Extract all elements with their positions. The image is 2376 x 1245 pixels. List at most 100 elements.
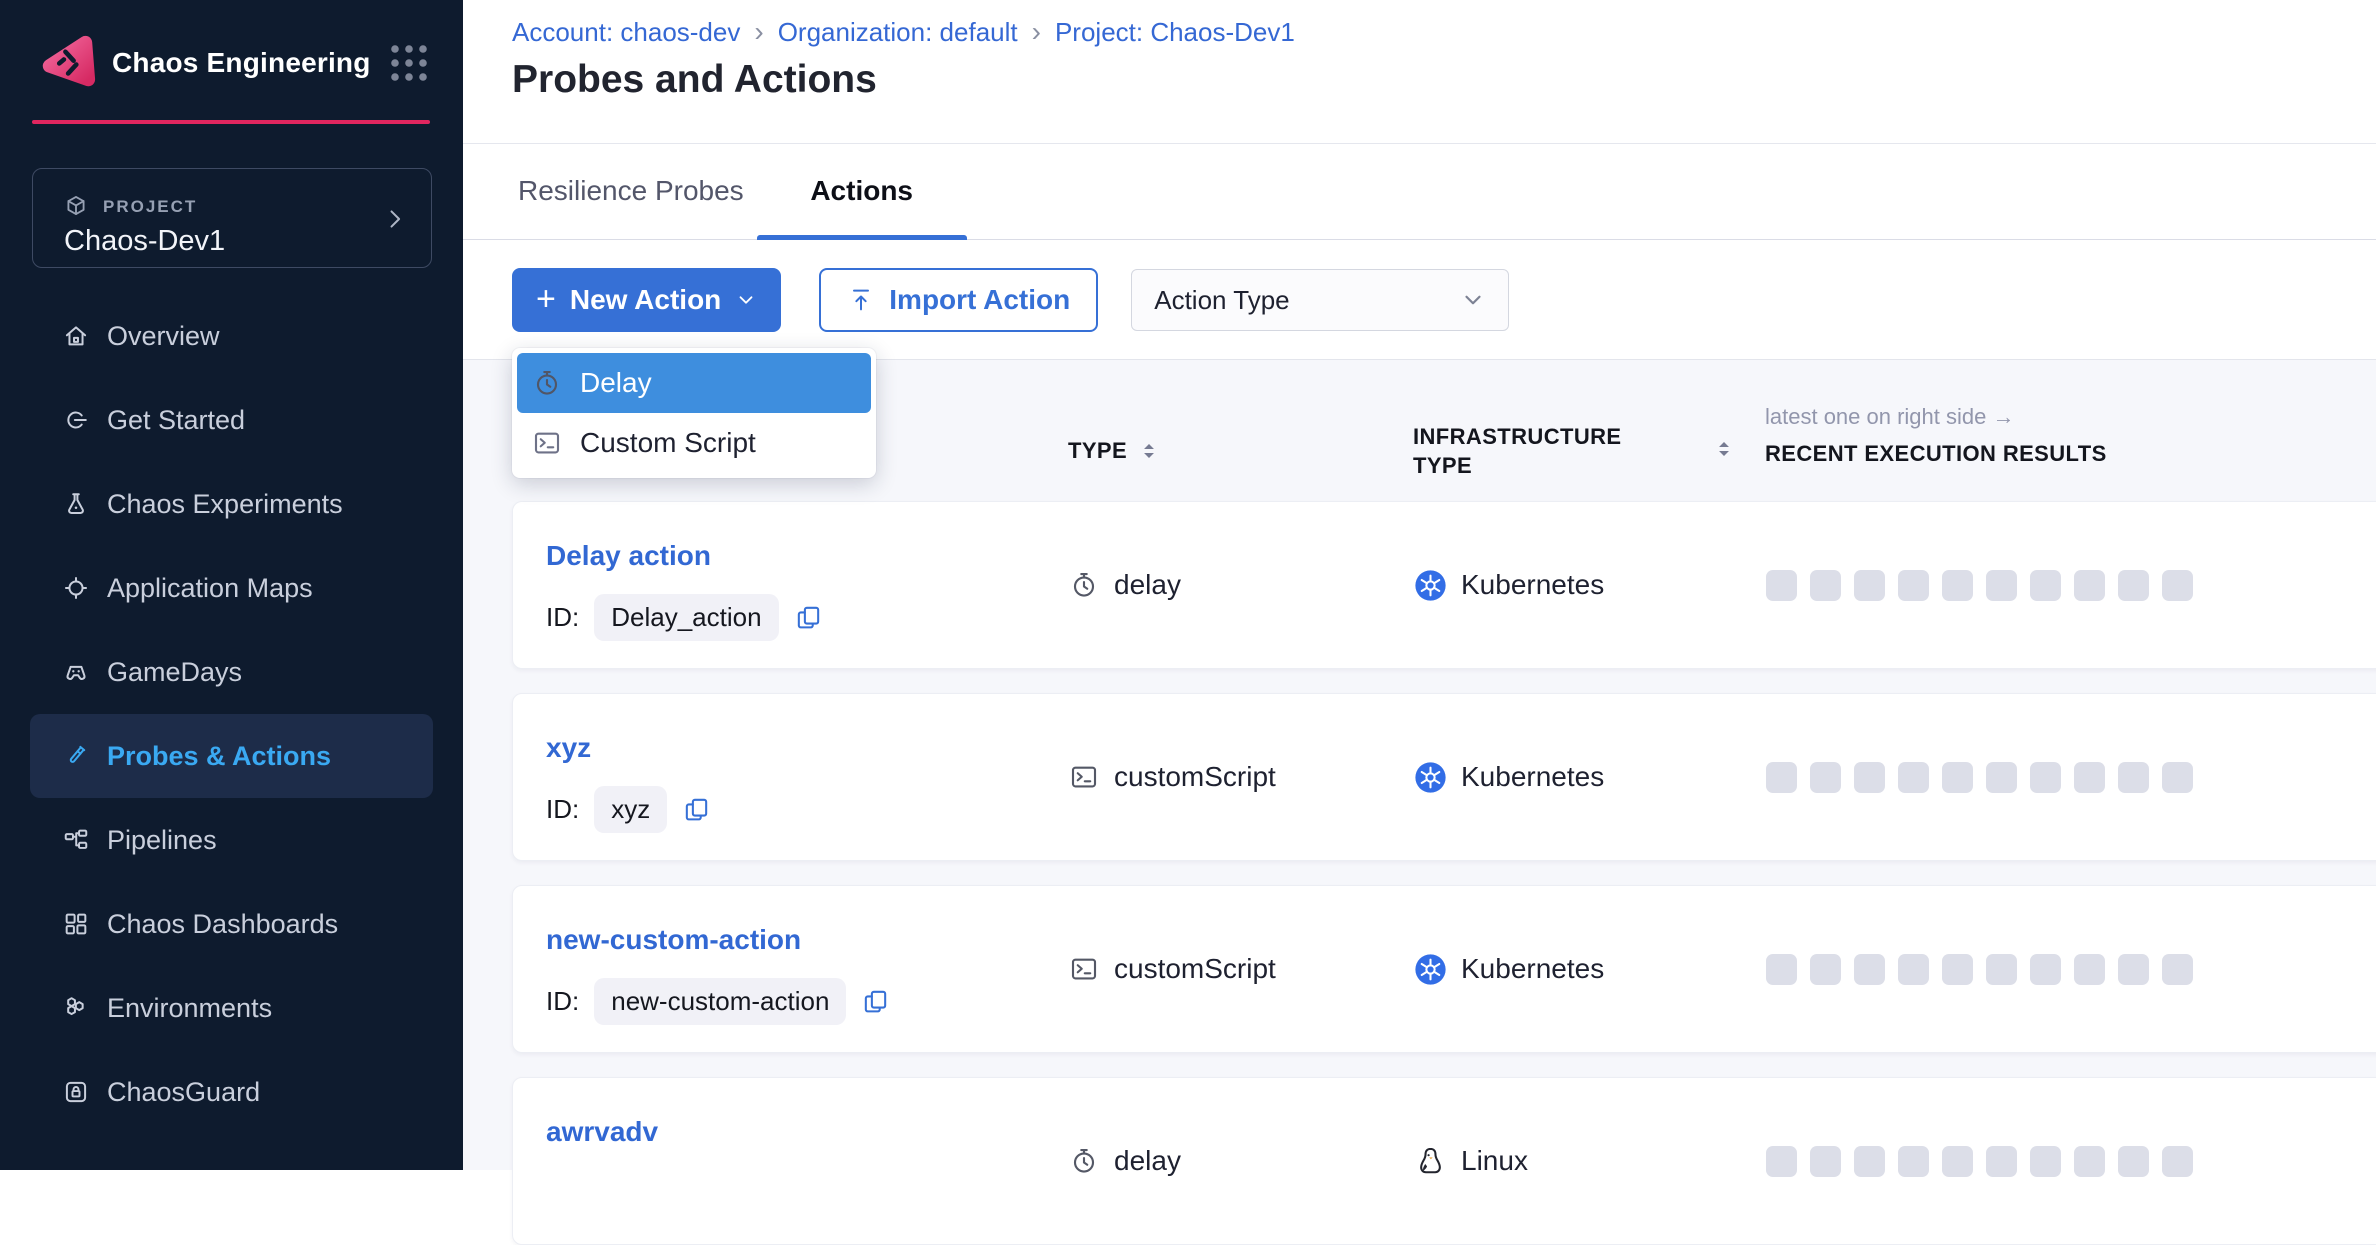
sidebar-item-overview[interactable]: Overview <box>30 294 433 378</box>
action-name-link[interactable]: new-custom-action <box>546 924 801 956</box>
sidebar-item-pipelines[interactable]: Pipelines <box>30 798 433 882</box>
chevron-down-icon <box>1460 287 1486 313</box>
execution-result-placeholder <box>1766 1146 1797 1177</box>
execution-result-placeholder <box>2118 954 2149 985</box>
execution-result-placeholder <box>2162 570 2193 601</box>
dashboard-icon <box>62 910 90 938</box>
breadcrumb: Account: chaos-dev ›Organization: default… <box>512 16 1295 48</box>
infrastructure-value: Kubernetes <box>1461 569 1604 601</box>
infrastructure-value: Kubernetes <box>1461 953 1604 985</box>
execution-result-placeholder <box>2030 954 2061 985</box>
cube-icon <box>63 193 89 219</box>
action-id-value: Delay_action <box>594 594 778 641</box>
execution-result-placeholder <box>1986 954 2017 985</box>
linux-icon <box>1414 1145 1447 1178</box>
execution-result-placeholder <box>1942 954 1973 985</box>
home-icon <box>62 322 90 350</box>
sidebar-item-chaos-dashboards[interactable]: Chaos Dashboards <box>30 882 433 966</box>
kubernetes-icon <box>1414 761 1447 794</box>
sidebar-item-chaos-experiments[interactable]: Chaos Experiments <box>30 462 433 546</box>
sidebar-item-get-started[interactable]: Get Started <box>30 378 433 462</box>
import-icon <box>847 286 875 314</box>
action-type-cell: customScript <box>1069 886 1276 1052</box>
sidebar-item-application-maps[interactable]: Application Maps <box>30 546 433 630</box>
page-title: Probes and Actions <box>512 58 877 102</box>
new-action-label: New Action <box>570 284 721 316</box>
pipeline-icon <box>62 826 90 854</box>
sort-icon[interactable] <box>1138 440 1160 462</box>
sidebar-item-probes-and-actions[interactable]: Probes & Actions <box>30 714 433 798</box>
execution-result-placeholder <box>1898 1146 1929 1177</box>
import-action-label: Import Action <box>889 284 1070 316</box>
execution-result-placeholder <box>2162 762 2193 793</box>
copy-icon[interactable] <box>861 987 890 1016</box>
execution-result-placeholder <box>1766 954 1797 985</box>
breadcrumb-link[interactable]: Account: chaos-dev <box>512 17 740 48</box>
action-name-link[interactable]: Delay action <box>546 540 711 572</box>
execution-result-placeholder <box>2030 570 2061 601</box>
execution-result-placeholder <box>2074 762 2105 793</box>
infrastructure-cell: Linux <box>1414 1078 1528 1244</box>
breadcrumb-link[interactable]: Project: Chaos-Dev1 <box>1055 17 1295 48</box>
action-id: ID: new-custom-action <box>546 978 890 1025</box>
copy-icon[interactable] <box>682 795 711 824</box>
sidebar-item-label: Probes & Actions <box>107 741 331 772</box>
execution-result-placeholder <box>1810 954 1841 985</box>
project-selector[interactable]: PROJECT Chaos-Dev1 <box>32 168 432 268</box>
brand: Chaos Engineering <box>36 20 433 106</box>
new-action-button[interactable]: + New Action <box>512 268 781 332</box>
column-header-infrastructure-type: INFRASTRUCTURE TYPE <box>1413 422 1648 480</box>
sidebar-item-chaosguard[interactable]: ChaosGuard <box>30 1050 433 1134</box>
sidebar-item-label: Pipelines <box>107 825 217 856</box>
sidebar-item-environments[interactable]: Environments <box>30 966 433 1050</box>
execution-result-placeholder <box>1810 570 1841 601</box>
action-name-link[interactable]: awrvadv <box>546 1116 658 1148</box>
action-id: ID: xyz <box>546 786 711 833</box>
app-title: Chaos Engineering <box>112 47 371 79</box>
action-name-link[interactable]: xyz <box>546 732 591 764</box>
action-id-value: xyz <box>594 786 667 833</box>
menu-item-custom-script[interactable]: Custom Script <box>517 413 871 473</box>
project-label: PROJECT <box>103 197 197 217</box>
action-type-filter[interactable]: Action Type <box>1131 269 1509 331</box>
recent-execution-results <box>1766 694 2193 860</box>
action-id: ID: Delay_action <box>546 594 823 641</box>
breadcrumb-separator: › <box>1018 16 1055 48</box>
module-grid-icon[interactable] <box>385 39 433 87</box>
sidebar-item-label: Chaos Dashboards <box>107 909 338 940</box>
action-type-cell: customScript <box>1069 694 1276 860</box>
sidebar-item-label: GameDays <box>107 657 242 688</box>
stopwatch-icon <box>1069 1146 1099 1176</box>
action-row: Delay action ID: Delay_action delay Kube… <box>512 501 2376 669</box>
flask-icon <box>62 490 90 518</box>
breadcrumb-link[interactable]: Organization: default <box>778 17 1018 48</box>
action-type-value: customScript <box>1114 953 1276 985</box>
test-tube-icon <box>62 742 90 770</box>
sort-icon[interactable] <box>1713 438 1735 460</box>
project-name: Chaos-Dev1 <box>64 225 225 258</box>
column-header-recent-execution-results: latest one on right side → RECENT EXECUT… <box>1765 404 2107 467</box>
brand-divider <box>32 120 430 124</box>
execution-result-placeholder <box>1854 1146 1885 1177</box>
chevron-down-icon <box>735 289 757 311</box>
execution-result-placeholder <box>1898 762 1929 793</box>
infrastructure-value: Kubernetes <box>1461 761 1604 793</box>
kubernetes-icon <box>1414 953 1447 986</box>
sidebar-item-label: Overview <box>107 321 220 352</box>
action-row: awrvadv delay Linux <box>512 1077 2376 1245</box>
execution-result-placeholder <box>1986 570 2017 601</box>
action-id-label: ID: <box>546 794 579 825</box>
copy-icon[interactable] <box>794 603 823 632</box>
execution-result-placeholder <box>1986 762 2017 793</box>
execution-result-placeholder <box>1854 762 1885 793</box>
tab-resilience-probes[interactable]: Resilience Probes <box>518 143 757 239</box>
import-action-button[interactable]: Import Action <box>819 268 1098 332</box>
execution-result-placeholder <box>1854 954 1885 985</box>
get-started-icon <box>62 406 90 434</box>
menu-item-delay[interactable]: Delay <box>517 353 871 413</box>
execution-result-placeholder <box>1942 570 1973 601</box>
action-row: xyz ID: xyz customScript Kubernetes <box>512 693 2376 861</box>
sidebar-item-label: Chaos Experiments <box>107 489 343 520</box>
tab-actions[interactable]: Actions <box>757 143 967 239</box>
sidebar-item-gamedays[interactable]: GameDays <box>30 630 433 714</box>
